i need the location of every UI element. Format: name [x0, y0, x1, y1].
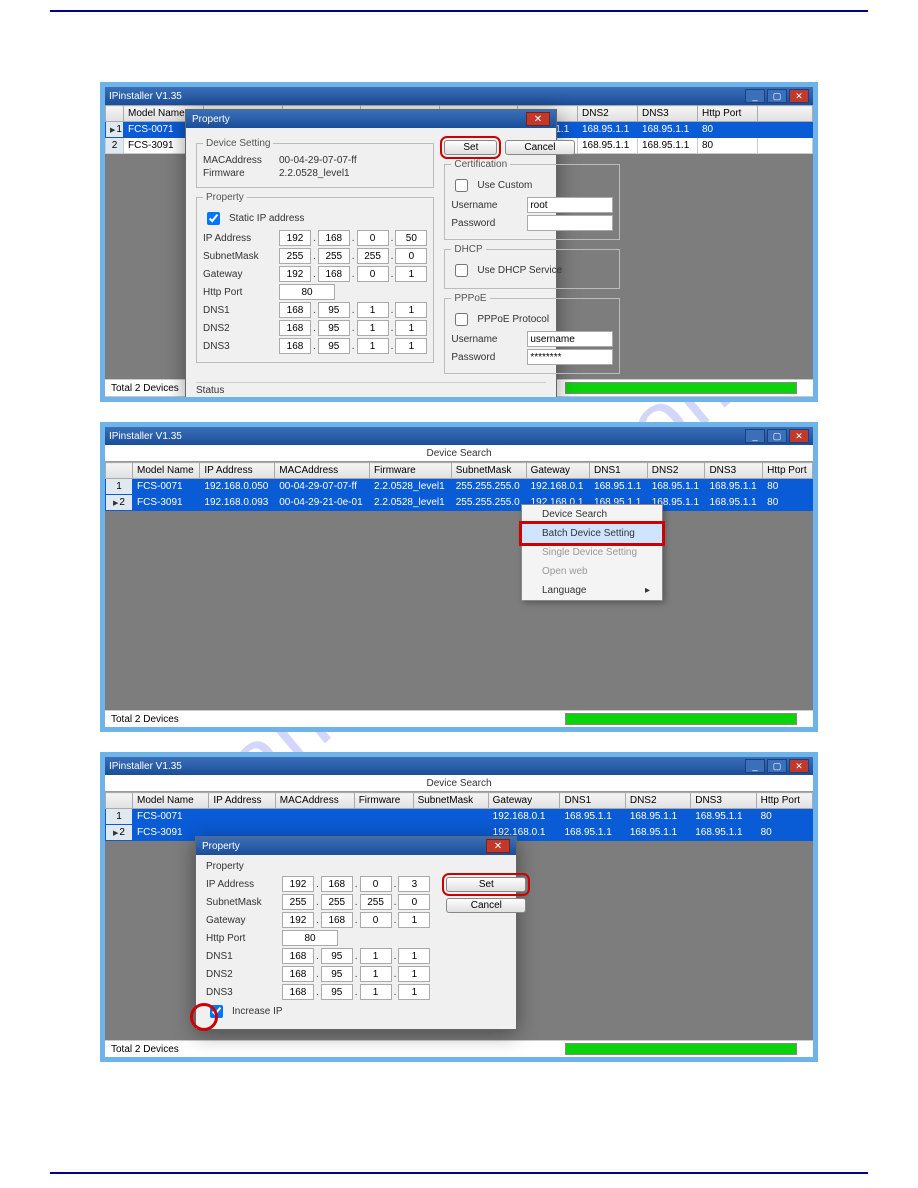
status-label: Status [196, 382, 546, 396]
window-titlebar: IPinstaller V1.35 _ ▢ ✕ [105, 757, 813, 775]
menu-open-web[interactable]: Open web [522, 562, 662, 581]
progress-bar [565, 713, 797, 725]
ip-input[interactable]: ... [282, 876, 430, 892]
device-table: Model Name IP Address MACAddress Firmwar… [105, 462, 813, 511]
gateway-input[interactable]: ... [282, 912, 430, 928]
menu-device-search[interactable]: Device Search [522, 505, 662, 524]
dns2-input[interactable]: ... [279, 320, 427, 336]
table-row[interactable]: 1 FCS-0071192.168.0.05000-04-29-07-07-ff… [106, 479, 813, 495]
close-button[interactable]: ✕ [789, 429, 809, 443]
pppoe-password-input[interactable] [527, 349, 613, 365]
window-titlebar: IPinstaller V1.35 _ ▢ ✕ [105, 427, 813, 445]
username-input[interactable] [527, 197, 613, 213]
window-titlebar: IPinstaller V1.35 _ ▢ ✕ [105, 87, 813, 105]
tab-device-search[interactable]: Device Search [105, 775, 813, 792]
dialog-titlebar: Property ✕ [186, 110, 556, 128]
menu-batch-device-setting[interactable]: Batch Device Setting [522, 524, 662, 543]
dns3-input[interactable]: ... [279, 338, 427, 354]
set-button[interactable]: Set [446, 877, 526, 892]
cancel-button[interactable]: Cancel [505, 140, 574, 155]
static-ip-checkbox[interactable] [207, 212, 220, 225]
pppoe-username-input[interactable] [527, 331, 613, 347]
dns1-input[interactable]: ... [282, 948, 430, 964]
highlight-circle [190, 1003, 218, 1031]
minimize-button[interactable]: _ [745, 759, 765, 773]
dns1-input[interactable]: ... [279, 302, 427, 318]
subnet-input[interactable]: ... [279, 248, 427, 264]
close-icon[interactable]: ✕ [486, 839, 510, 853]
http-port-input[interactable] [282, 930, 338, 946]
gateway-input[interactable]: ... [279, 266, 427, 282]
progress-bar [565, 382, 797, 394]
maximize-button[interactable]: ▢ [767, 759, 787, 773]
progress-bar [565, 1043, 797, 1055]
subnet-input[interactable]: ... [282, 894, 430, 910]
password-input[interactable] [527, 215, 613, 231]
menu-language[interactable]: Language [522, 581, 662, 600]
ip-input[interactable]: ... [279, 230, 427, 246]
menu-single-device-setting[interactable]: Single Device Setting [522, 543, 662, 562]
close-icon[interactable]: ✕ [526, 112, 550, 126]
table-header: Model Name IP Address MACAddress Firmwar… [106, 463, 813, 479]
use-dhcp-checkbox[interactable] [455, 264, 468, 277]
http-port-input[interactable] [279, 284, 335, 300]
tab-device-search[interactable]: Device Search [105, 445, 813, 462]
device-table: Model Name IP Address MACAddress Firmwar… [105, 792, 813, 841]
property-dialog: Property ✕ Property IP Address ... Subne… [195, 836, 517, 1030]
app-title: IPinstaller V1.35 [109, 91, 182, 102]
screenshot-1: IPinstaller V1.35 _ ▢ ✕ Model Name DNS1 … [100, 82, 818, 402]
dialog-titlebar: Property ✕ [196, 837, 516, 855]
dns3-input[interactable]: ... [282, 984, 430, 1000]
dns2-input[interactable]: ... [282, 966, 430, 982]
status-bar: Total 2 Devices [105, 710, 813, 727]
status-text: Total 2 Devices [111, 383, 179, 394]
screenshot-3: IPinstaller V1.35 _ ▢ ✕ Device Search Mo… [100, 752, 818, 1062]
table-row[interactable]: 2 FCS-3091192.168.0.09300-04-29-21-0e-01… [106, 495, 813, 511]
minimize-button[interactable]: _ [745, 89, 765, 103]
table-header: Model Name IP Address MACAddress Firmwar… [106, 793, 813, 809]
minimize-button[interactable]: _ [745, 429, 765, 443]
set-button[interactable]: Set [444, 140, 497, 155]
maximize-button[interactable]: ▢ [767, 89, 787, 103]
maximize-button[interactable]: ▢ [767, 429, 787, 443]
screenshot-2: IPinstaller V1.35 _ ▢ ✕ Device Search Mo… [100, 422, 818, 732]
use-custom-checkbox[interactable] [455, 179, 468, 192]
dialog-title: Property [192, 114, 230, 125]
context-menu: Device Search Batch Device Setting Singl… [521, 504, 663, 601]
cancel-button[interactable]: Cancel [446, 898, 526, 913]
pppoe-checkbox[interactable] [455, 313, 468, 326]
close-button[interactable]: ✕ [789, 89, 809, 103]
close-button[interactable]: ✕ [789, 759, 809, 773]
property-dialog: Property ✕ Device Setting MACAddress00-0… [185, 109, 557, 402]
status-bar: Total 2 Devices [105, 1040, 813, 1057]
table-row[interactable]: 1 FCS-0071 192.168.0.1168.95.1.1168.95.1… [106, 809, 813, 825]
